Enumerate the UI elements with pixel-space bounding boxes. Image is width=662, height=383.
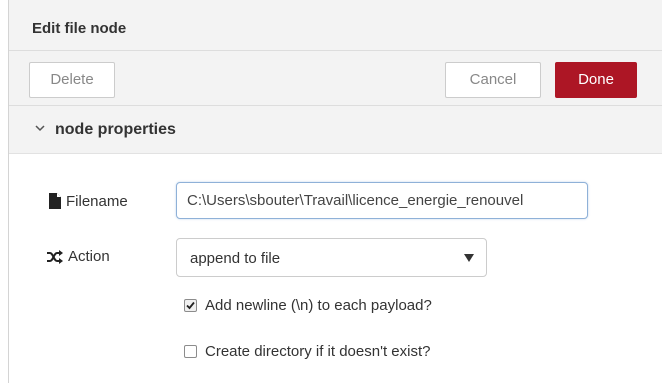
checkmark-icon xyxy=(186,301,195,310)
action-label: Action xyxy=(68,248,110,265)
node-editor-page: Edit file node Delete Cancel Done node p… xyxy=(0,0,662,383)
section-title: node properties xyxy=(55,121,176,138)
node-properties-section-header[interactable]: node properties xyxy=(9,106,662,154)
workspace-edge xyxy=(0,0,9,383)
chevron-down-icon xyxy=(35,125,45,132)
edit-node-tray: Edit file node Delete Cancel Done node p… xyxy=(9,0,662,383)
tray-title: Edit file node xyxy=(32,20,127,37)
add-newline-checkbox[interactable] xyxy=(184,299,197,312)
cancel-button[interactable]: Cancel xyxy=(445,62,541,98)
create-directory-checkbox[interactable] xyxy=(184,345,197,358)
file-icon xyxy=(49,193,61,209)
tray-header: Edit file node xyxy=(9,0,662,51)
action-select[interactable]: append to file xyxy=(176,238,487,277)
done-button[interactable]: Done xyxy=(555,62,637,98)
filename-input[interactable] xyxy=(176,182,588,219)
delete-button[interactable]: Delete xyxy=(29,62,115,98)
shuffle-icon xyxy=(47,250,63,264)
add-newline-label: Add newline (\n) to each payload? xyxy=(205,297,432,314)
tray-toolbar: Delete Cancel Done xyxy=(9,51,662,106)
action-select-value: append to file xyxy=(190,250,281,267)
filename-label: Filename xyxy=(66,193,128,210)
caret-down-icon xyxy=(464,254,474,262)
create-directory-label: Create directory if it doesn't exist? xyxy=(205,343,431,360)
